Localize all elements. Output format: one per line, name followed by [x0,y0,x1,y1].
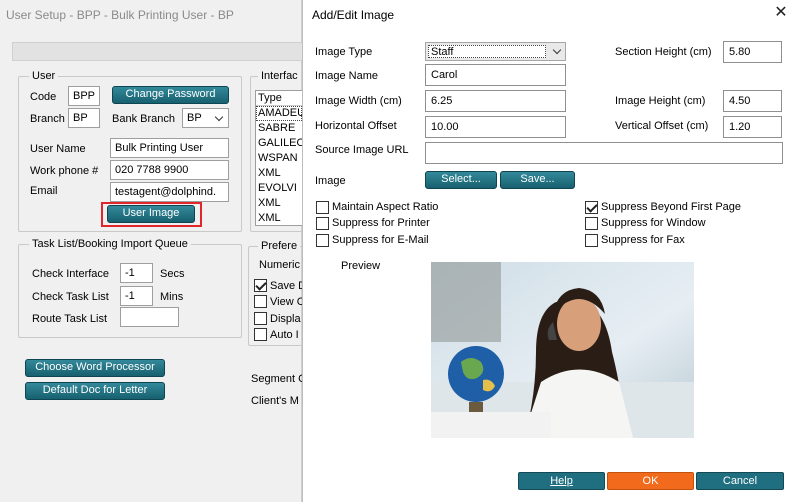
pref-checkbox[interactable] [254,328,267,341]
email-label: Email [30,185,58,197]
pref-checkbox[interactable] [254,312,267,325]
suppress-printer-checkbox[interactable] [316,217,329,230]
maintain-aspect-checkbox[interactable] [316,201,329,214]
image-width-label: Image Width (cm) [315,95,402,107]
suppress-beyond-label: Suppress Beyond First Page [601,201,742,213]
suppress-email-label: Suppress for E-Mail [332,234,429,246]
maintain-aspect-label: Maintain Aspect Ratio [332,201,439,213]
interface-list-item[interactable]: XML [256,211,302,225]
work-phone-field[interactable]: 020 7788 9900 [110,160,229,180]
help-button-label: Help [550,475,573,487]
preferences-group-title: Prefere [258,240,301,252]
interface-list-item[interactable]: GALILEO [256,136,302,151]
change-password-button[interactable]: Change Password [112,86,229,104]
source-url-field[interactable] [425,142,783,164]
bank-branch-select[interactable]: BP [182,108,229,128]
secs-label: Secs [160,268,185,280]
horizontal-offset-field[interactable]: 10.00 [425,116,566,138]
user-setup-window: User Setup - BPP - Bulk Printing User - … [0,0,306,502]
interface-list-header[interactable]: Type [256,91,302,106]
default-doc-button[interactable]: Default Doc for Letter [25,382,165,400]
interface-group-title: Interfac [258,70,301,82]
image-type-label: Image Type [315,46,373,58]
pref-checkbox[interactable] [254,295,267,308]
email-field[interactable]: testagent@dolphind. [110,182,229,202]
vertical-offset-field[interactable]: 1.20 [723,116,782,138]
preview-label: Preview [341,260,381,272]
segment-label: Segment C [251,373,307,385]
user-name-field[interactable]: Bulk Printing User [110,138,229,158]
image-height-field[interactable]: 4.50 [723,90,782,112]
help-button[interactable]: Help [518,472,605,490]
ok-button[interactable]: OK [607,472,694,490]
toolbar-strip [12,42,302,61]
image-name-field[interactable]: Carol [425,64,566,86]
suppress-printer-label: Suppress for Printer [332,217,430,229]
horizontal-offset-label: Horizontal Offset [315,120,397,132]
close-icon[interactable]: ✕ [773,5,789,21]
section-height-field[interactable]: 5.80 [723,41,782,63]
check-task-field[interactable]: -1 [120,286,153,306]
work-phone-label: Work phone # [30,165,99,177]
suppress-fax-label: Suppress for Fax [601,234,685,246]
mins-label: Mins [160,291,184,303]
select-image-button[interactable]: Select... [425,171,497,189]
check-interface-field[interactable]: -1 [120,263,153,283]
preview-image [431,262,694,438]
suppress-fax-checkbox[interactable] [585,234,598,247]
window-title: User Setup - BPP - Bulk Printing User - … [6,8,234,22]
user-name-label: User Name [30,143,86,155]
choose-word-processor-button[interactable]: Choose Word Processor [25,359,165,377]
route-task-field[interactable] [120,307,179,327]
chevron-down-icon [552,45,562,55]
clients-label: Client's M [251,395,299,407]
chevron-down-icon [214,112,224,122]
image-name-label: Image Name [315,70,378,82]
user-image-button[interactable]: User Image [107,205,195,223]
numeric-label: Numeric [259,259,300,271]
cancel-button[interactable]: Cancel [696,472,784,490]
image-type-select[interactable]: Staff [425,42,566,61]
suppress-email-checkbox[interactable] [316,234,329,247]
pref-checkbox-label: View C [270,296,305,308]
pref-checkbox[interactable] [254,279,267,292]
source-url-label: Source Image URL [315,144,409,156]
task-list-group-title: Task List/Booking Import Queue [29,238,191,250]
check-interface-label: Check Interface [32,268,110,280]
pref-checkbox-label: Auto I [270,329,299,341]
bank-branch-label: Bank Branch [112,113,175,125]
save-image-button[interactable]: Save... [500,171,575,189]
interface-list-item[interactable]: WSPAN [256,151,302,166]
image-type-value: Staff [428,45,546,58]
suppress-window-checkbox[interactable] [585,217,598,230]
pref-checkbox-label: Save D [270,280,307,292]
interface-list-item[interactable]: AMADEU [256,106,302,121]
branch-label: Branch [30,113,65,125]
interface-list[interactable]: Type AMADEU SABRE GALILEO WSPAN XML EVOL… [255,90,302,226]
section-height-label: Section Height (cm) [615,46,712,58]
suppress-window-label: Suppress for Window [601,217,706,229]
image-label: Image [315,175,346,187]
interface-list-item[interactable]: SABRE [256,121,302,136]
dialog-title: Add/Edit Image [312,8,395,22]
interface-list-item[interactable]: XML [256,196,302,211]
route-task-label: Route Task List [32,313,108,325]
user-group-title: User [29,70,59,82]
image-width-field[interactable]: 6.25 [425,90,566,112]
image-height-label: Image Height (cm) [615,95,706,107]
check-task-label: Check Task List [32,291,109,303]
branch-field[interactable]: BP [68,108,100,128]
suppress-beyond-checkbox[interactable] [585,201,598,214]
code-field[interactable]: BPP [68,86,100,106]
vertical-offset-label: Vertical Offset (cm) [615,120,709,132]
pref-checkbox-label: Displa [270,313,301,325]
bank-branch-value: BP [187,112,202,124]
code-label: Code [30,91,57,103]
add-edit-image-dialog: Add/Edit Image ✕ Image Type Staff Image … [302,0,792,502]
interface-list-item[interactable]: EVOLVI [256,181,302,196]
interface-list-item[interactable]: XML [256,166,302,181]
